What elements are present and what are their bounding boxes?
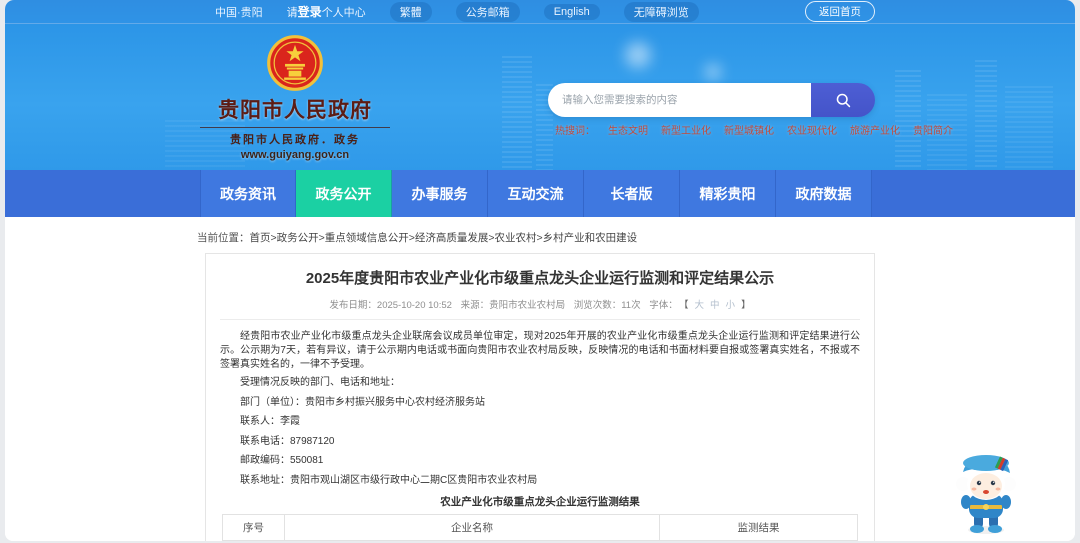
article-body: 经贵阳市农业产业化市级重点龙头企业联席会议成员单位审定，现对2025年开展的农业… [220,330,860,487]
site-window: 中国·贵阳 请登录个人中心 繁體 公务邮箱 English 无障碍浏览 返回首页 [5,0,1075,541]
skyline-building [1005,86,1053,170]
contact-person: 联系人：李霞 [240,416,300,427]
skyline-building [975,60,997,170]
font-bracket: 】 [741,300,751,311]
article-title: 2025年度贵阳市农业产业化市级重点龙头企业运行监测和评定结果公示 [305,270,775,287]
login-post: 个人中心 [321,7,366,19]
topbar-english-button[interactable]: English [543,3,600,20]
site-logo[interactable]: 贵阳市人民政府 贵阳市人民政府．政务 www.guiyang.gov.cn [200,34,390,161]
hot-word[interactable]: 新型工业化 [661,122,711,137]
site-subtitle: 贵阳市人民政府．政务 [200,127,390,147]
col-header-company: 企业名称 [284,514,660,541]
hot-word[interactable]: 农业现代化 [787,122,837,137]
topbar-accessibility-button[interactable]: 无障碍浏览 [623,1,699,22]
font-size-small-button[interactable]: 小 [726,300,736,311]
contact-department: 部门（单位）：贵阳市乡村振兴服务中心农村经济服务站 [240,396,485,408]
nav-item-hudong-jiaoliu[interactable]: 互动交流 [488,170,584,217]
nav-item-banshi-fuwu[interactable]: 办事服务 [392,170,488,217]
nav-item-zhangzheban[interactable]: 长者版 [584,170,680,217]
return-home-button[interactable]: 返回首页 [805,1,875,22]
topbar-official-mailbox-button[interactable]: 公务邮箱 [455,1,520,22]
banner-bokeh [625,42,651,68]
font-bracket: 【 [683,300,689,311]
nav-item-jingcai-guiyang[interactable]: 精彩贵阳 [680,170,776,217]
table-header-row: 序号 企业名称 监测结果 [222,514,858,541]
topbar: 中国·贵阳 请登录个人中心 繁體 公务邮箱 English 无障碍浏览 返回首页 [5,0,1075,24]
nav-item-zhengwu-gongkai[interactable]: 政务公开 [296,170,392,217]
site-search [548,83,875,117]
login-bold: 登录 [297,5,322,19]
skyline-building [502,56,532,170]
topbar-link-china-guiyang[interactable]: 中国·贵阳 [215,4,263,20]
topbar-login-link[interactable]: 请登录个人中心 [287,3,366,20]
table-row: 1 贵州合力超市采购有限公司 合格 [222,540,858,541]
hot-word[interactable]: 生态文明 [608,122,648,137]
publish-date: 发布日期：2025-10-20 10:52 [329,300,452,311]
search-button[interactable] [811,83,875,117]
contact-phone: 联系电话：87987120 [240,435,335,447]
hot-words-label: 热搜词： [555,126,595,137]
cell-company: 贵州合力超市采购有限公司 [284,540,660,541]
col-header-index: 序号 [222,514,285,541]
browser-page: 中国·贵阳 请登录个人中心 繁體 公务邮箱 English 无障碍浏览 返回首页 [0,0,1080,543]
topbar-traditional-chinese-button[interactable]: 繁體 [389,1,432,22]
cell-index: 1 [222,540,285,541]
article-card: 2025年度贵阳市农业产业化市级重点龙头企业运行监测和评定结果公示 发布日期：2… [205,253,875,541]
article-meta: 发布日期：2025-10-20 10:52 来源：贵阳市农业农村局 浏览次数：1… [220,297,860,320]
contact-address: 联系地址：贵阳市观山湖区市级行政中心二期C区贵阳市农业农村局 [240,474,538,486]
font-size-large-button[interactable]: 大 [695,300,705,311]
topbar-links: 中国·贵阳 请登录个人中心 繁體 公务邮箱 English 无障碍浏览 [5,1,699,22]
breadcrumb: 当前位置：首页>政务公开>重点领域信息公开>经济高质量发展>农业农村>乡村产业和… [197,230,637,245]
article-paragraph: 经贵阳市农业产业化市级重点龙头企业联席会议成员单位审定，现对2025年开展的农业… [220,331,860,370]
results-table: 序号 企业名称 监测结果 1 贵州合力超市采购有限公司 合格 2 贵州友禾种业有… [222,514,858,541]
col-header-result: 监测结果 [659,514,858,541]
nav-item-zhengwu-zixun[interactable]: 政务资讯 [200,170,296,217]
breadcrumb-label: 当前位置： [197,232,250,244]
site-title: 贵阳市人民政府 [218,99,372,122]
contact-postcode: 邮政编码：550081 [240,455,324,466]
font-size-medium-button[interactable]: 中 [710,300,720,311]
hot-word[interactable]: 旅游产业化 [850,122,900,137]
article-paragraph: 受理情况反映的部门、电话和地址： [240,377,400,388]
site-url: www.guiyang.gov.cn [240,149,350,161]
nav-item-zhengfu-shuju[interactable]: 政府数据 [776,170,872,217]
page-content: 当前位置：首页>政务公开>重点领域信息公开>经济高质量发展>农业农村>乡村产业和… [5,217,1075,541]
font-size-label: 字体： [649,300,678,311]
skyline-building [895,70,921,170]
article-source: 来源：贵阳市农业农村局 [460,300,566,311]
results-table-caption: 农业产业化市级重点龙头企业运行监测结果 [440,496,640,508]
main-nav: 政务资讯 政务公开 办事服务 互动交流 长者版 精彩贵阳 政府数据 [5,170,1075,217]
cell-result: 合格 [659,540,858,541]
hot-word[interactable]: 新型城镇化 [724,122,774,137]
login-pre: 请 [286,7,298,19]
banner-bokeh [705,64,721,80]
national-emblem-icon [267,35,323,91]
search-icon [836,93,850,107]
breadcrumb-path[interactable]: 首页>政务公开>重点领域信息公开>经济高质量发展>农业农村>乡村产业和农田建设 [250,232,638,244]
hot-word[interactable]: 贵阳简介 [913,122,953,137]
mascot-widget[interactable] [950,450,1022,538]
hot-search-words: 热搜词： 生态文明 新型工业化 新型城镇化 农业现代化 旅游产业化 贵阳简介 [555,122,953,137]
view-count: 浏览次数：11次 [573,300,641,311]
site-banner: 贵阳市人民政府 贵阳市人民政府．政务 www.guiyang.gov.cn 热搜… [5,24,1075,170]
search-input[interactable] [548,83,811,117]
